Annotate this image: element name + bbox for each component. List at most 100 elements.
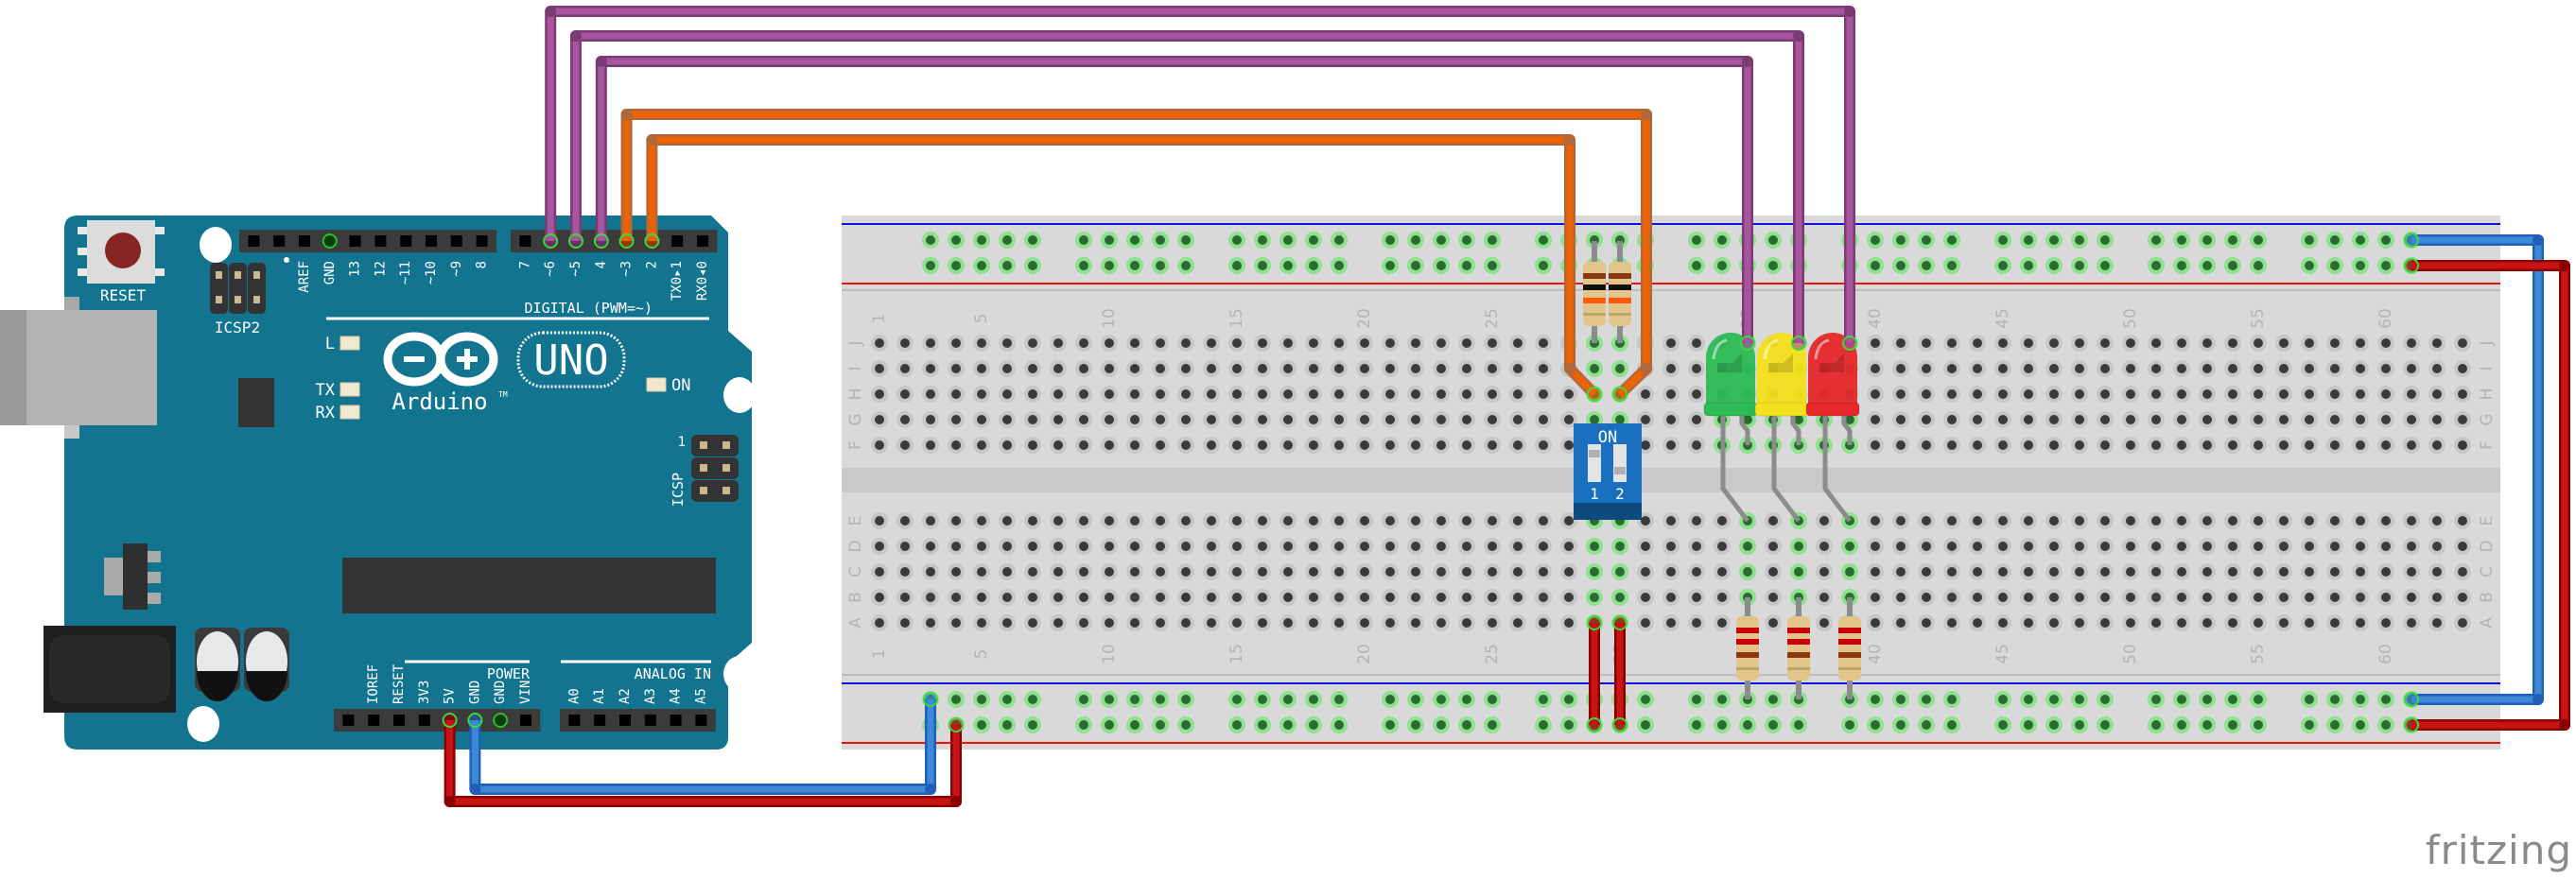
hole-I10[interactable] xyxy=(1105,364,1114,373)
hole-B36[interactable] xyxy=(1768,593,1778,602)
hole-H62[interactable] xyxy=(2432,389,2442,399)
hole-B50[interactable] xyxy=(2126,593,2135,602)
rail-hole[interactable] xyxy=(2024,235,2033,245)
rail-hole[interactable] xyxy=(2075,695,2084,704)
hole-H8[interactable] xyxy=(1053,389,1063,399)
hole-C32[interactable] xyxy=(1666,567,1676,577)
hole-D6[interactable] xyxy=(1002,542,1012,551)
hole-A27[interactable] xyxy=(1539,618,1548,628)
hole-F5[interactable] xyxy=(977,440,986,450)
hole-F12[interactable] xyxy=(1156,440,1165,450)
hole-G48[interactable] xyxy=(2075,415,2084,424)
rail-hole[interactable] xyxy=(1334,695,1344,704)
hole-H7[interactable] xyxy=(1028,389,1037,399)
hole-D63[interactable] xyxy=(2458,542,2467,551)
hole-E42[interactable] xyxy=(1922,516,1931,526)
rail-hole[interactable] xyxy=(2151,261,2161,270)
hole-G59[interactable] xyxy=(2356,415,2365,424)
hole-D52[interactable] xyxy=(2177,542,2186,551)
rail-hole[interactable] xyxy=(1998,695,2008,704)
hole-C49[interactable] xyxy=(2100,567,2110,577)
hole-D26[interactable] xyxy=(1513,542,1523,551)
rail-hole[interactable] xyxy=(1130,261,1140,270)
hole-F50[interactable] xyxy=(2126,440,2135,450)
hole-B32[interactable] xyxy=(1666,593,1676,602)
hole-F54[interactable] xyxy=(2228,440,2237,450)
hole-A58[interactable] xyxy=(2330,618,2340,628)
hole-G4[interactable] xyxy=(951,415,961,424)
hole-D27[interactable] xyxy=(1539,542,1548,551)
hole-I3[interactable] xyxy=(926,364,935,373)
header-pin[interactable] xyxy=(248,235,260,247)
rail-hole[interactable] xyxy=(2177,720,2186,730)
hole-J2[interactable] xyxy=(900,338,910,348)
header-pin[interactable] xyxy=(400,235,412,247)
hole-A41[interactable] xyxy=(1896,618,1906,628)
hole-A56[interactable] xyxy=(2279,618,2289,628)
rail-hole[interactable] xyxy=(1309,720,1318,730)
hole-H50[interactable] xyxy=(2126,389,2135,399)
hole-J60[interactable] xyxy=(2381,338,2391,348)
hole-F31[interactable] xyxy=(1641,440,1650,450)
rail-hole[interactable] xyxy=(1411,695,1420,704)
rail-hole[interactable] xyxy=(2177,261,2186,270)
hole-G11[interactable] xyxy=(1130,415,1140,424)
hole-C22[interactable] xyxy=(1411,567,1420,577)
hole-E5[interactable] xyxy=(977,516,986,526)
hole-G13[interactable] xyxy=(1181,415,1191,424)
hole-G61[interactable] xyxy=(2407,415,2416,424)
rail-hole[interactable] xyxy=(1130,695,1140,704)
rail-hole[interactable] xyxy=(1768,720,1778,730)
hole-D29[interactable] xyxy=(1590,542,1599,551)
hole-C15[interactable] xyxy=(1232,567,1242,577)
hole-H14[interactable] xyxy=(1207,389,1216,399)
rail-hole[interactable] xyxy=(2100,261,2110,270)
rail-hole[interactable] xyxy=(1309,261,1318,270)
hole-D59[interactable] xyxy=(2356,542,2365,551)
rail-hole[interactable] xyxy=(1462,261,1471,270)
header-pin[interactable] xyxy=(368,715,380,726)
hole-I21[interactable] xyxy=(1385,364,1395,373)
hole-I40[interactable] xyxy=(1871,364,1880,373)
hole-B34[interactable] xyxy=(1717,593,1727,602)
header-pin[interactable] xyxy=(349,235,361,247)
hole-J23[interactable] xyxy=(1436,338,1446,348)
hole-C31[interactable] xyxy=(1641,567,1650,577)
hole-J27[interactable] xyxy=(1539,338,1548,348)
hole-J61[interactable] xyxy=(2407,338,2416,348)
rail-hole[interactable] xyxy=(1105,720,1114,730)
hole-G63[interactable] xyxy=(2458,415,2467,424)
hole-A52[interactable] xyxy=(2177,618,2186,628)
hole-H28[interactable] xyxy=(1564,389,1574,399)
hole-G31[interactable] xyxy=(1641,415,1650,424)
hole-D32[interactable] xyxy=(1666,542,1676,551)
hole-I33[interactable] xyxy=(1692,364,1701,373)
hole-D41[interactable] xyxy=(1896,542,1906,551)
header-pin[interactable] xyxy=(374,235,387,247)
hole-G2[interactable] xyxy=(900,415,910,424)
hole-E44[interactable] xyxy=(1973,516,1982,526)
rail-hole[interactable] xyxy=(2305,235,2314,245)
hole-D31[interactable] xyxy=(1641,542,1650,551)
hole-C23[interactable] xyxy=(1436,567,1446,577)
rail-hole[interactable] xyxy=(2228,720,2237,730)
hole-I17[interactable] xyxy=(1283,364,1293,373)
hole-F4[interactable] xyxy=(951,440,961,450)
hole-I24[interactable] xyxy=(1462,364,1471,373)
hole-G17[interactable] xyxy=(1283,415,1293,424)
rail-hole[interactable] xyxy=(2228,261,2237,270)
rail-hole[interactable] xyxy=(1947,235,1957,245)
hole-B47[interactable] xyxy=(2049,593,2059,602)
hole-H23[interactable] xyxy=(1436,389,1446,399)
hole-H15[interactable] xyxy=(1232,389,1242,399)
hole-C56[interactable] xyxy=(2279,567,2289,577)
hole-E61[interactable] xyxy=(2407,516,2416,526)
hole-H55[interactable] xyxy=(2254,389,2263,399)
hole-I55[interactable] xyxy=(2254,364,2263,373)
hole-F56[interactable] xyxy=(2279,440,2289,450)
hole-G27[interactable] xyxy=(1539,415,1548,424)
hole-F21[interactable] xyxy=(1385,440,1395,450)
rail-hole[interactable] xyxy=(1717,235,1727,245)
hole-D15[interactable] xyxy=(1232,542,1242,551)
rail-hole[interactable] xyxy=(1717,720,1727,730)
